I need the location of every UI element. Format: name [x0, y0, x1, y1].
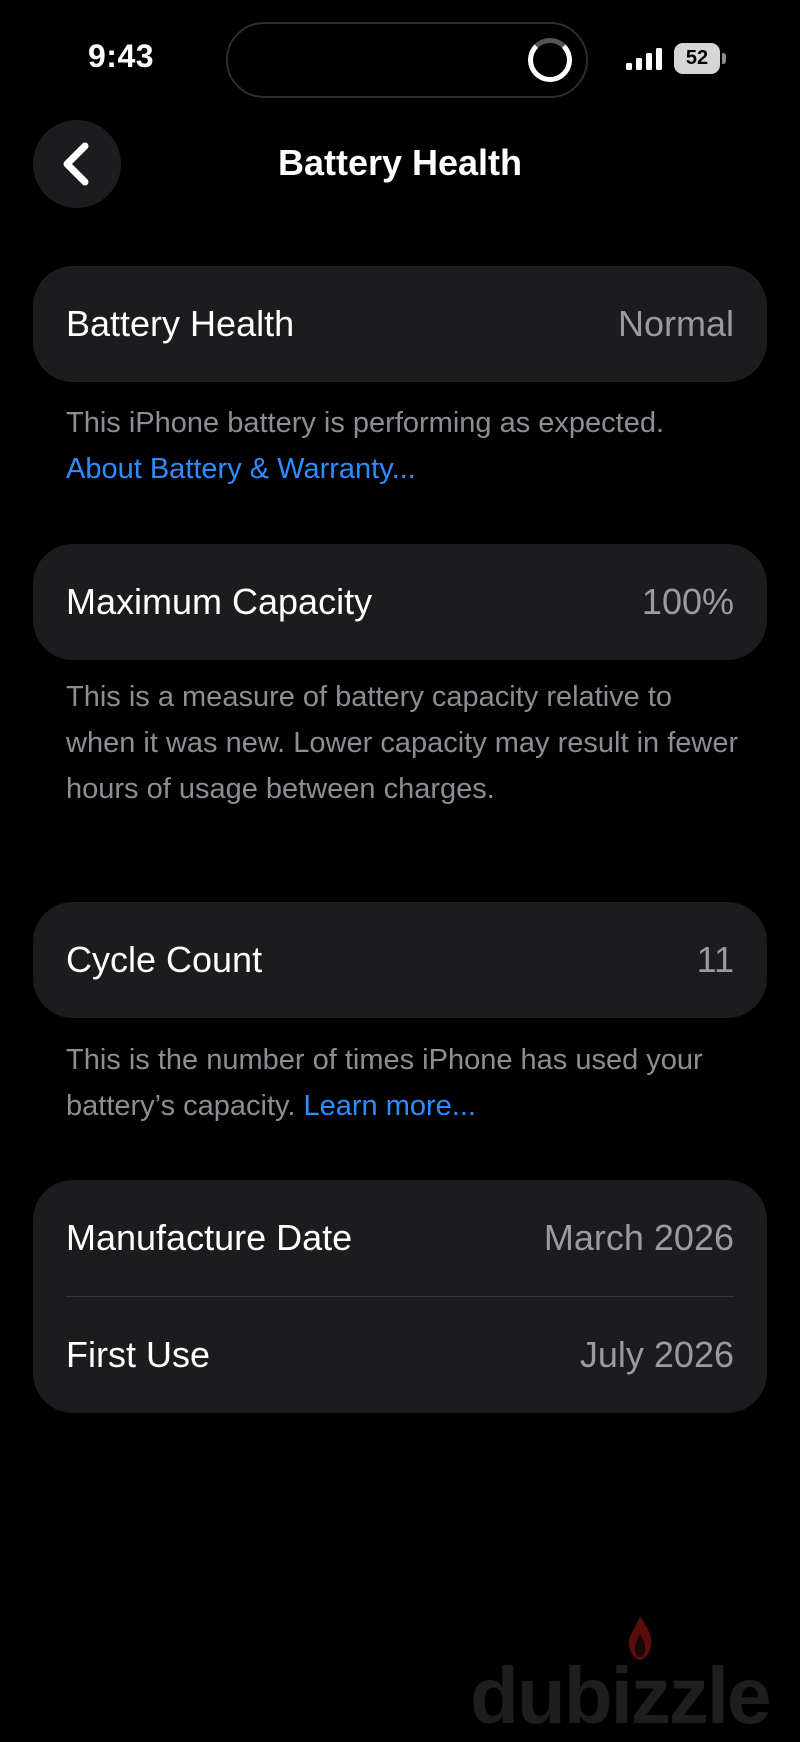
maximum-capacity-description: This is a measure of battery capacity re…: [66, 681, 739, 805]
battery-tip: [722, 53, 726, 64]
page-title: Battery Health: [277, 142, 523, 183]
battery-health-footnote: This iPhone battery is performing as exp…: [66, 400, 746, 492]
cycle-count-value: 11: [696, 939, 734, 980]
battery-health-description: This iPhone battery is performing as exp…: [66, 407, 665, 439]
first-use-row: First Use July 2026: [33, 1297, 767, 1413]
maximum-capacity-row: Maximum Capacity 100%: [33, 544, 767, 660]
manufacture-date-row: Manufacture Date March 2026: [33, 1180, 767, 1296]
cycle-count-footnote: This is the number of times iPhone has u…: [66, 1037, 746, 1129]
dates-card: Manufacture Date March 2026 First Use Ju…: [33, 1180, 767, 1413]
signal-icon: [626, 48, 662, 70]
maximum-capacity-label: Maximum Capacity: [66, 581, 373, 622]
watermark-text: dubizzle: [470, 1651, 772, 1740]
first-use-value: July 2026: [579, 1334, 734, 1375]
cycle-count-card: Cycle Count 11: [33, 902, 767, 1018]
battery-health-card: Battery Health Normal: [33, 266, 767, 382]
dynamic-island: [226, 22, 588, 98]
battery-health-value: Normal: [617, 303, 734, 344]
battery-health-row: Battery Health Normal: [33, 266, 767, 382]
cycle-count-label: Cycle Count: [66, 939, 263, 980]
maximum-capacity-value: 100%: [641, 581, 734, 622]
battery-health-label: Battery Health: [66, 303, 295, 344]
battery-icon: 52: [674, 43, 726, 74]
status-time: 9:43: [88, 38, 155, 74]
maximum-capacity-card: Maximum Capacity 100%: [33, 544, 767, 660]
about-battery-warranty-link[interactable]: About Battery & Warranty...: [66, 453, 416, 485]
manufacture-date-value: March 2026: [543, 1217, 734, 1258]
cycle-count-row: Cycle Count 11: [33, 902, 767, 1018]
battery-level: 52: [674, 43, 720, 74]
first-use-label: First Use: [66, 1334, 210, 1375]
loading-spinner-icon: [528, 38, 572, 82]
learn-more-link[interactable]: Learn more...: [304, 1090, 476, 1122]
manufacture-date-label: Manufacture Date: [66, 1217, 353, 1258]
